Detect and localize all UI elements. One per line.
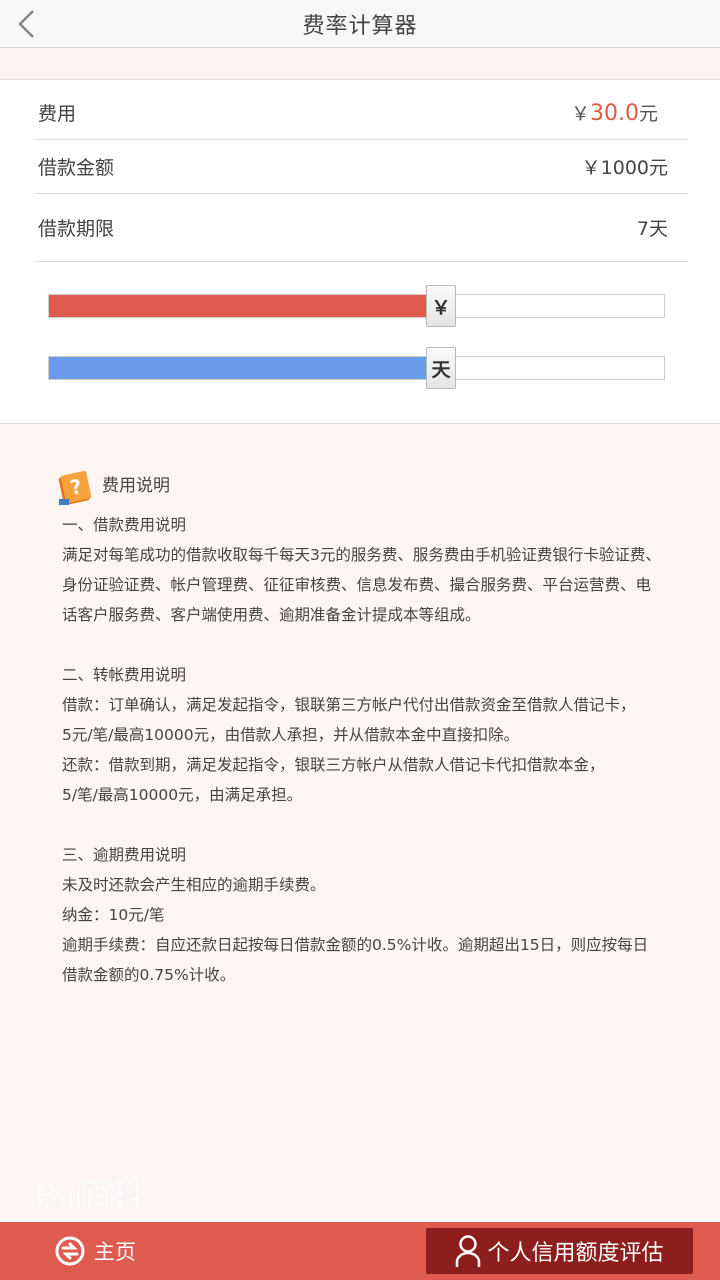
loan-amount-row: 借款金额 ￥1000元 [34,140,688,194]
calculator-panel: 费用 ￥30.0元 借款金额 ￥1000元 借款期限 7天 ￥ 天 [0,80,720,424]
fee-amount: 30.0 [590,101,639,126]
loan-term-value: 7天 [636,218,668,240]
term-slider-fill [49,357,428,379]
notes-line: 话客户服务费、客户端使用费、逾期准备金计提成本等组成。 [62,606,481,624]
notes-line: 还款：借款到期，满足发起指令，银联三方帐户从借款人借记卡代扣借款本金， [62,756,605,774]
notes-line: 未及时还款会产生相应的逾期手续费。 [62,876,326,894]
notes-body: 一、借款费用说明满足对每笔成功的借款收取每千每天3元的服务费、服务费由手机验证费… [62,510,682,990]
fee-row: 费用 ￥30.0元 [34,86,688,140]
amount-slider-fill [49,295,428,317]
notes-line: 5元/笔/最高10000元，由借款人承担，并从借款本金中直接扣除。 [62,726,520,744]
credit-assessment-button[interactable]: 个人信用额度评估 [426,1228,693,1274]
home-label: 主页 [94,1240,136,1264]
notes-line: 5/笔/最高10000元，由满足承担。 [62,786,303,804]
user-icon [456,1235,481,1267]
term-slider[interactable]: 天 [48,347,665,389]
fee-unit: 元 [638,103,658,125]
loan-amount-label: 借款金额 [38,157,115,179]
notes-section-heading: 一、借款费用说明 [62,516,187,534]
notes-line: 逾期手续费：自应还款日起按每日借款金额的0.5%计收。逾期超出15日，则应按每日 [62,936,649,954]
notes-line: 身份证验证费、帐户管理费、征征审核费、信息发布费、撮合服务费、平台运营费、电 [62,576,652,594]
amount-slider[interactable]: ￥ [48,285,665,327]
chevron-left-icon [18,10,34,38]
fee-currency: ￥ [570,103,590,125]
fee-value: ￥30.0元 [571,99,688,126]
loan-amount-value: ￥1000元 [581,157,668,179]
help-book-icon: ? [58,470,92,506]
loan-term-label: 借款期限 [38,218,115,240]
credit-label: 个人信用额度评估 [487,1241,664,1266]
notes-line: 借款：订单确认，满足发起指令，银联第三方帐户代付出借款资金至借款人借记卡， [62,696,636,714]
back-button[interactable] [12,8,40,40]
bottom-bar: 主页 个人信用额度评估 [0,1222,720,1280]
notes-line: 满足对每笔成功的借款收取每千每天3元的服务费、服务费由手机验证费银行卡验证费、 [62,546,661,564]
baidu-watermark: Bai百科 [36,1179,143,1212]
header-divider-strip [0,48,720,80]
notes-section-heading: 二、转帐费用说明 [62,666,187,684]
home-logo-icon [55,1236,85,1266]
notes-line: 借款金额的0.75%计收。 [62,966,236,984]
notes-title: 费用说明 [102,476,170,496]
amount-slider-thumb[interactable]: ￥ [426,285,456,327]
home-button[interactable]: 主页 [54,1230,136,1272]
notes-header: ? 费用说明 [54,460,682,512]
top-bar: 费率计算器 [0,0,720,48]
notes-section-heading: 三、逾期费用说明 [62,846,187,864]
notes-line: 纳金：10元/笔 [62,906,165,924]
term-slider-thumb[interactable]: 天 [426,347,456,389]
fee-notes: ? 费用说明 一、借款费用说明满足对每笔成功的借款收取每千每天3元的服务费、服务… [58,460,682,990]
fee-label: 费用 [38,103,77,125]
page-title: 费率计算器 [302,13,418,39]
loan-term-row: 借款期限 7天 [34,194,688,262]
